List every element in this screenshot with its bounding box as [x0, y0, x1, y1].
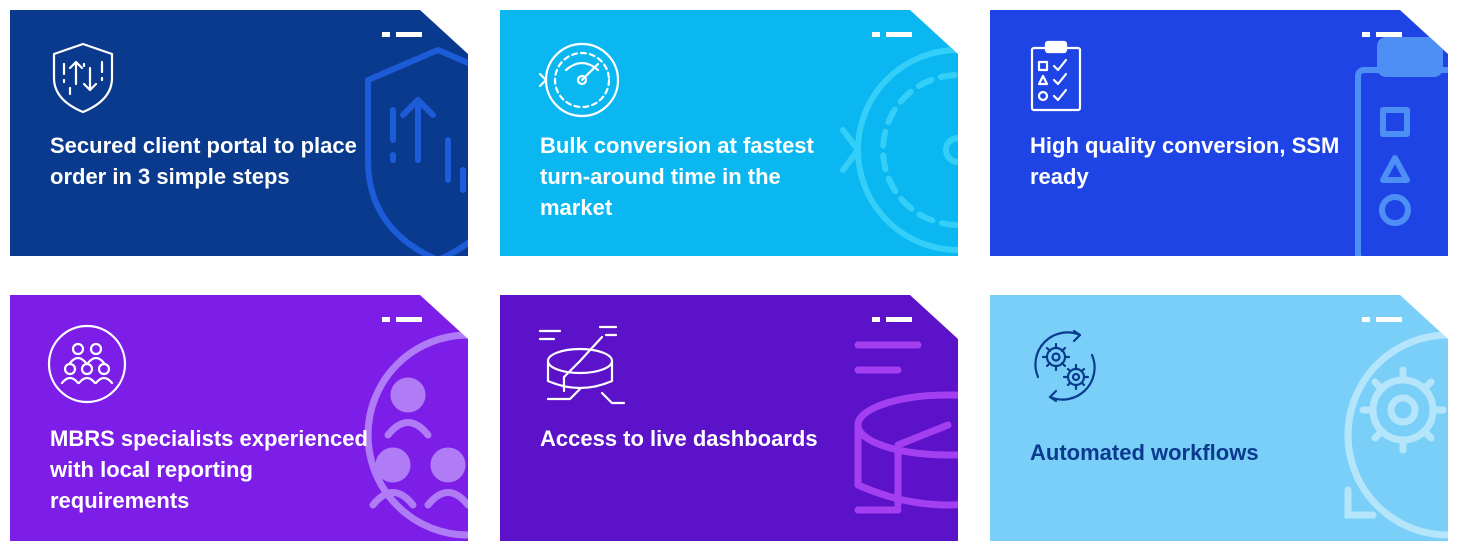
- card-title: Access to live dashboards: [540, 426, 818, 451]
- speedometer-background-art: [838, 30, 958, 256]
- pie-chart-background-art: [838, 315, 958, 541]
- feature-card-mbrs-specialists: MBRS specialists experienced with local …: [10, 295, 468, 541]
- shield-upload-icon: [46, 40, 120, 114]
- speedometer-icon: [536, 38, 622, 124]
- card-title: MBRS specialists experienced with local …: [50, 426, 368, 513]
- card-title: Secured client portal to place order in …: [50, 133, 357, 189]
- gears-background-art: [1328, 315, 1448, 541]
- feature-card-bulk-conversion: Bulk conversion at fastest turn-around t…: [500, 10, 958, 256]
- pie-chart-icon: [536, 323, 632, 409]
- people-group-icon: [46, 323, 128, 405]
- card-title: Automated workflows: [1030, 440, 1259, 465]
- feature-card-live-dashboards: Access to live dashboards: [500, 295, 958, 541]
- feature-card-secured-portal: Secured client portal to place order in …: [10, 10, 468, 256]
- shield-upload-background-art: [348, 30, 468, 256]
- clipboard-background-art: [1328, 30, 1448, 256]
- card-title: High quality conversion, SSM ready: [1030, 133, 1340, 189]
- gears-cycle-icon: [1026, 327, 1104, 405]
- card-title: Bulk conversion at fastest turn-around t…: [540, 133, 814, 220]
- feature-card-high-quality: High quality conversion, SSM ready: [990, 10, 1448, 256]
- feature-card-automated-workflows: Automated workflows: [990, 295, 1448, 541]
- clipboard-checklist-icon: [1026, 40, 1096, 114]
